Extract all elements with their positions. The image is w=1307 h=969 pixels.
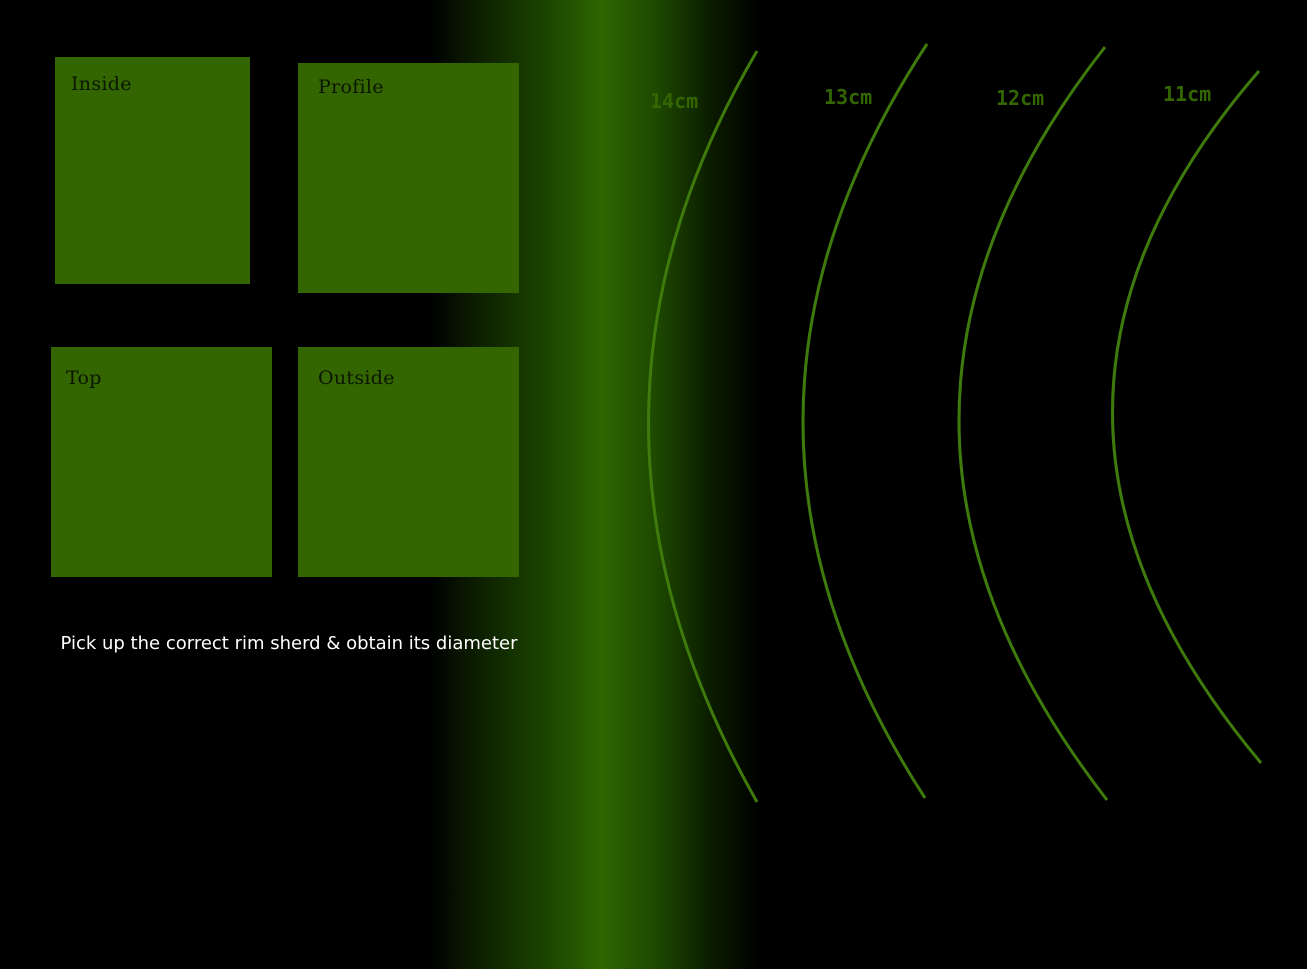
diameter-arc-12cm[interactable] [957,46,1109,801]
diameter-chart: 14cm 13cm 12cm 11cm [647,43,1263,803]
diameter-label-13cm: 13cm [824,85,872,109]
diameter-label-11cm: 11cm [1163,82,1211,106]
game-stage: Inside Profile Top Outside Pick up the c… [0,0,1307,969]
diameter-label-14cm: 14cm [650,89,698,113]
diameter-label-12cm: 12cm [996,86,1044,110]
diameter-arc-14cm[interactable] [647,50,759,803]
diameter-arc-11cm[interactable] [1111,70,1263,764]
diameter-arc-13cm[interactable] [801,43,929,799]
